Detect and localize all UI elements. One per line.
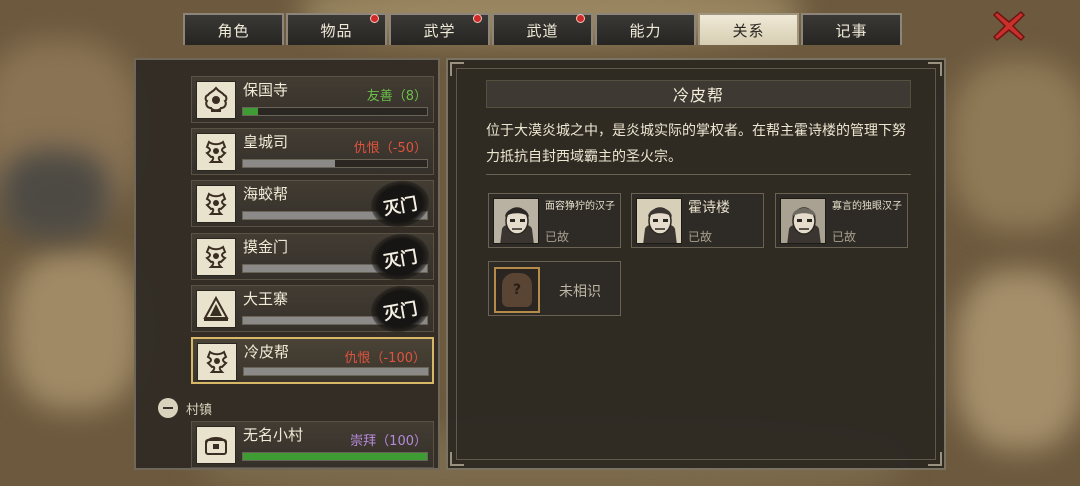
notification-badge-icon	[576, 14, 585, 23]
village-status: 崇拜（100）	[350, 434, 427, 449]
relation-bar-fill	[243, 108, 258, 115]
member-card[interactable]: 寡言的独眼汉子 已故	[775, 193, 908, 248]
faction-detail-panel: 冷皮帮 位于大漠炎城之中，是炎城实际的掌权者。在帮主霍诗楼的管理下努力抵抗自封西…	[446, 58, 946, 470]
faction-row[interactable]: 冷皮帮 仇恨（-100）	[191, 337, 434, 384]
tab-0[interactable]: 角色	[183, 13, 284, 45]
tab-label: 物品	[320, 21, 353, 40]
frame-corner	[450, 452, 464, 466]
section-header-villages[interactable]: 村镇	[158, 398, 212, 418]
member-card-unknown[interactable]: ? 未相识	[488, 261, 621, 316]
faction-row[interactable]: 大王寨 灭门	[191, 281, 434, 337]
relation-bar	[242, 159, 428, 168]
destroyed-stamp: 灭门	[367, 229, 433, 285]
member-name: 寡言的独眼汉子	[832, 201, 902, 212]
destroyed-stamp: 灭门	[367, 176, 433, 232]
frame-corner	[928, 62, 942, 76]
faction-name: 冷皮帮	[244, 343, 290, 361]
relation-bar-fill	[244, 368, 428, 375]
member-state: 已故	[832, 230, 857, 244]
tab-3[interactable]: 武道	[492, 13, 593, 45]
faction-status: 仇恨（-100）	[344, 351, 426, 366]
faction-name: 皇城司	[243, 133, 289, 151]
faction-title: 冷皮帮	[486, 80, 911, 108]
faction-status: 友善（8）	[366, 89, 427, 104]
member-portrait	[493, 198, 539, 244]
faction-name: 摸金门	[243, 238, 289, 256]
section-label: 村镇	[186, 402, 213, 418]
faction-list-panel: 村镇 保国寺 友善（8） 皇城司 仇恨（-50） 海蛟帮 灭门 摸金门 灭门 大王寨 灭门 冷皮帮仇…	[134, 58, 440, 470]
faction-row[interactable]: 保国寺 友善（8）	[191, 76, 434, 123]
member-state: 已故	[545, 230, 570, 244]
tab-label: 武学	[423, 21, 456, 40]
tab-5[interactable]: 关系	[698, 13, 799, 45]
faction-status: 仇恨（-50）	[353, 141, 427, 156]
faction-emblem-icon	[196, 133, 236, 171]
member-name: 面容狰狞的汉子	[545, 201, 615, 212]
faction-name: 大王寨	[243, 290, 289, 308]
village-name: 无名小村	[243, 426, 304, 444]
notification-badge-icon	[473, 14, 482, 23]
tab-label: 能力	[629, 21, 662, 40]
tab-label: 关系	[732, 21, 765, 40]
member-portrait	[780, 198, 826, 244]
relation-bar	[243, 367, 429, 376]
relation-bar-fill	[243, 160, 335, 167]
member-name: 霍诗楼	[688, 200, 730, 216]
frame-corner	[928, 452, 942, 466]
member-state: 已故	[688, 230, 713, 244]
tab-1[interactable]: 物品	[286, 13, 387, 45]
member-card[interactable]: 霍诗楼 已故	[631, 193, 764, 248]
tab-4[interactable]: 能力	[595, 13, 696, 45]
faction-row[interactable]: 摸金门 灭门	[191, 229, 434, 285]
faction-row[interactable]: 皇城司 仇恨（-50）	[191, 128, 434, 175]
divider	[486, 174, 911, 175]
village-row[interactable]: 无名小村 崇拜（100）	[191, 421, 434, 468]
frame-corner	[450, 62, 464, 76]
faction-emblem-icon	[196, 290, 236, 328]
relation-bar-fill	[243, 453, 427, 460]
faction-row[interactable]: 海蛟帮 灭门	[191, 176, 434, 232]
tab-6[interactable]: 记事	[801, 13, 902, 45]
unknown-portrait: ?	[494, 267, 540, 313]
faction-emblem-icon	[196, 238, 236, 276]
member-card[interactable]: 面容狰狞的汉子 已故	[488, 193, 621, 248]
faction-emblem-icon	[196, 185, 236, 223]
destroyed-stamp: 灭门	[367, 281, 433, 337]
faction-description: 位于大漠炎城之中，是炎城实际的掌权者。在帮主霍诗楼的管理下努力抵抗自封西域霸主的…	[486, 123, 906, 165]
collapse-icon[interactable]	[158, 398, 178, 418]
member-portrait	[636, 198, 682, 244]
village-emblem-icon	[196, 426, 236, 464]
question-icon: ?	[502, 273, 532, 307]
relation-bar	[242, 452, 428, 461]
tab-label: 记事	[835, 21, 868, 40]
faction-name: 海蛟帮	[243, 185, 289, 203]
tab-2[interactable]: 武学	[389, 13, 490, 45]
faction-name: 保国寺	[243, 81, 289, 99]
relation-bar	[242, 107, 428, 116]
close-icon[interactable]	[991, 8, 1027, 44]
faction-emblem-icon	[197, 343, 237, 381]
tab-label: 角色	[217, 21, 250, 40]
tab-label: 武道	[526, 21, 559, 40]
tab-bar: 角色 物品 武学 武道 能力 关系 记事	[183, 13, 902, 45]
notification-badge-icon	[370, 14, 379, 23]
faction-emblem-icon	[196, 81, 236, 119]
unknown-label: 未相识	[559, 284, 601, 300]
